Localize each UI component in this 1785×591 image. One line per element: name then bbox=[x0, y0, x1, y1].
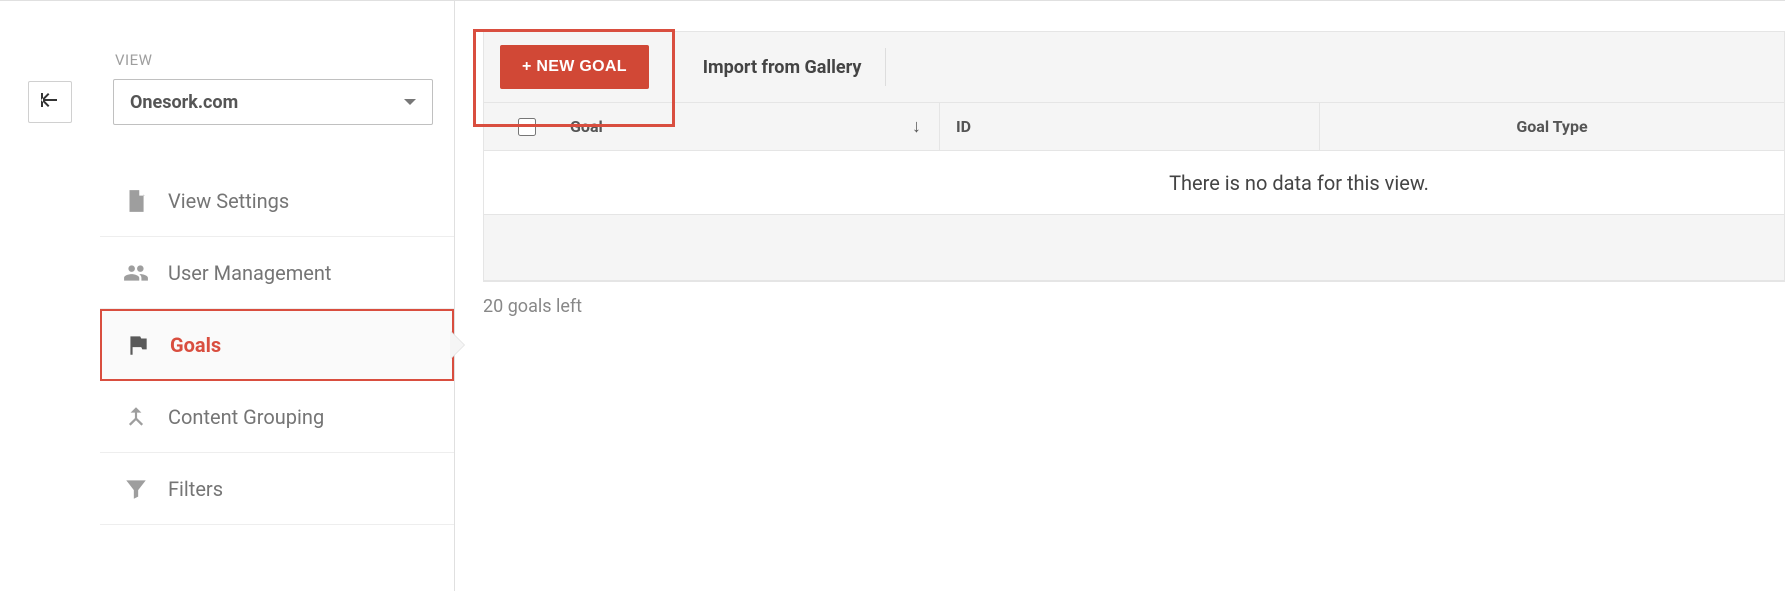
view-section-label: VIEW bbox=[115, 51, 454, 69]
back-arrow-icon bbox=[38, 88, 62, 116]
column-header-goal[interactable]: Goal ↓ bbox=[570, 103, 940, 150]
column-header-goal-type[interactable]: Goal Type bbox=[1320, 117, 1784, 136]
filter-icon bbox=[122, 476, 150, 502]
sort-down-icon: ↓ bbox=[912, 116, 921, 137]
sidebar-item-content-grouping[interactable]: Content Grouping bbox=[100, 381, 454, 453]
toolbar: + NEW GOAL Import from Gallery bbox=[483, 31, 1785, 103]
sidebar-item-label: Content Grouping bbox=[168, 405, 324, 429]
users-icon bbox=[122, 260, 150, 286]
flag-icon bbox=[124, 332, 152, 358]
sidebar-item-label: Filters bbox=[168, 477, 223, 501]
sidebar-item-view-settings[interactable]: View Settings bbox=[100, 165, 454, 237]
goals-table: Goal ↓ ID Goal Type There is no data for… bbox=[483, 103, 1785, 282]
sidebar-item-label: User Management bbox=[168, 261, 331, 285]
sidebar-item-goals[interactable]: Goals bbox=[100, 309, 454, 381]
merge-icon bbox=[122, 404, 150, 430]
sidebar: VIEW Onesork.com View Settings User Mana… bbox=[100, 1, 455, 591]
table-header-row: Goal ↓ ID Goal Type bbox=[484, 103, 1784, 151]
view-selected-value: Onesork.com bbox=[130, 92, 238, 113]
goals-remaining-label: 20 goals left bbox=[483, 296, 1785, 317]
column-label: ID bbox=[956, 117, 971, 136]
column-header-id[interactable]: ID bbox=[940, 103, 1320, 150]
sidebar-item-filters[interactable]: Filters bbox=[100, 453, 454, 525]
table-footer bbox=[484, 215, 1784, 281]
empty-state-message: There is no data for this view. bbox=[484, 151, 1784, 215]
select-all-checkbox[interactable] bbox=[518, 118, 536, 136]
column-label: Goal Type bbox=[1516, 117, 1587, 136]
view-selector-dropdown[interactable]: Onesork.com bbox=[113, 79, 433, 125]
page-icon bbox=[122, 188, 150, 214]
main-content: + NEW GOAL Import from Gallery Goal ↓ ID… bbox=[455, 1, 1785, 591]
column-label: Goal bbox=[570, 117, 603, 136]
import-from-gallery-link[interactable]: Import from Gallery bbox=[679, 48, 887, 86]
new-goal-button[interactable]: + NEW GOAL bbox=[500, 45, 649, 89]
caret-down-icon bbox=[404, 99, 416, 105]
sidebar-item-label: View Settings bbox=[168, 189, 289, 213]
sidebar-item-label: Goals bbox=[170, 333, 221, 357]
back-button[interactable] bbox=[28, 81, 72, 123]
sidebar-item-user-management[interactable]: User Management bbox=[100, 237, 454, 309]
